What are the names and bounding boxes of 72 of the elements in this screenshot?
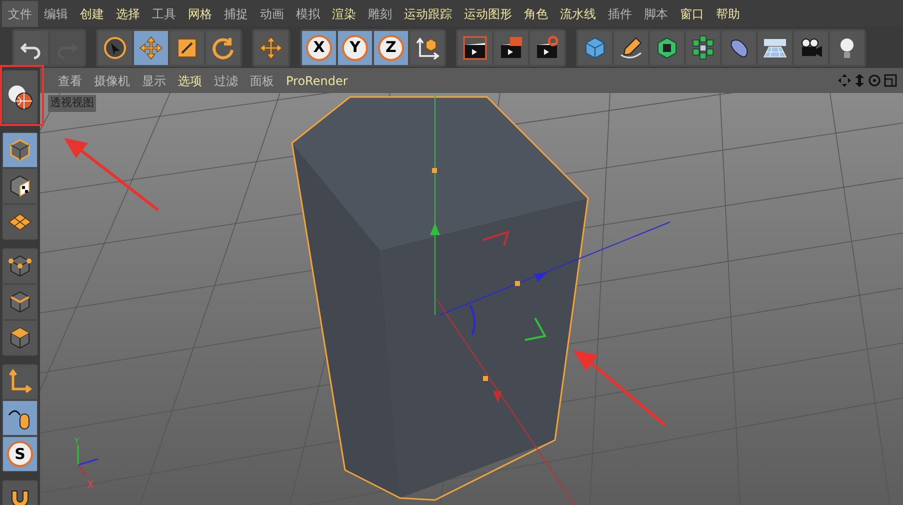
viewport-menu-item[interactable]: 查看 bbox=[52, 72, 88, 90]
tool-button[interactable] bbox=[758, 30, 792, 64]
menu-item[interactable]: 插件 bbox=[602, 0, 638, 26]
box-object[interactable] bbox=[291, 96, 589, 501]
clapperboard-icon bbox=[498, 34, 524, 60]
cloner-icon bbox=[690, 34, 716, 60]
tool-button[interactable] bbox=[722, 30, 756, 64]
cube-points-icon bbox=[7, 253, 33, 279]
menu-item[interactable]: 网格 bbox=[182, 0, 218, 26]
menu-item[interactable]: 捕捉 bbox=[218, 0, 254, 26]
tool-button[interactable] bbox=[3, 169, 37, 203]
menu-item[interactable]: 雕刻 bbox=[362, 0, 398, 26]
menu-item[interactable]: 动画 bbox=[254, 0, 290, 26]
viewport-menu-item[interactable]: 面板 bbox=[244, 72, 280, 90]
menu-item[interactable]: 工具 bbox=[146, 0, 182, 26]
viewport-menu-item[interactable]: 过滤 bbox=[208, 72, 244, 90]
menu-item[interactable]: 窗口 bbox=[674, 0, 710, 26]
tool-button[interactable] bbox=[3, 285, 37, 319]
dolly-icon[interactable] bbox=[854, 74, 865, 87]
pen-icon bbox=[618, 34, 644, 60]
clapperboard-icon bbox=[534, 34, 560, 60]
pan-icon[interactable] bbox=[838, 74, 851, 87]
menu-item[interactable]: 脚本 bbox=[638, 0, 674, 26]
axis-toggle[interactable]: Z bbox=[374, 30, 408, 64]
viewport-menu-item[interactable]: ProRender bbox=[280, 72, 354, 90]
menu-item[interactable]: 角色 bbox=[518, 0, 554, 26]
tool-button[interactable] bbox=[3, 249, 37, 283]
y-axis-label: Y bbox=[74, 437, 80, 447]
menu-item[interactable]: 流水线 bbox=[554, 0, 602, 26]
tool-button[interactable] bbox=[3, 401, 37, 435]
clapperboard-icon bbox=[462, 34, 488, 60]
tool-button[interactable] bbox=[3, 71, 37, 123]
viewport-menu-item[interactable]: 显示 bbox=[136, 72, 172, 90]
menu-item[interactable]: 模拟 bbox=[290, 0, 326, 26]
menu-item[interactable]: 帮助 bbox=[710, 0, 746, 26]
maximize-icon[interactable] bbox=[884, 74, 897, 87]
move-gizmo[interactable] bbox=[430, 93, 670, 505]
x-axis-label: X bbox=[87, 480, 94, 491]
viewport-menu-item[interactable]: 选项 bbox=[172, 72, 208, 90]
tool-button[interactable] bbox=[830, 30, 864, 64]
axis-toggle[interactable]: Y bbox=[338, 30, 372, 64]
cursor-icon bbox=[102, 34, 128, 60]
menu-item[interactable]: 渲染 bbox=[326, 0, 362, 26]
tool-button[interactable] bbox=[170, 30, 204, 64]
viewport-menu-item[interactable]: 摄像机 bbox=[88, 72, 136, 90]
axis-toggle[interactable]: X bbox=[302, 30, 336, 64]
tool-button[interactable] bbox=[614, 30, 648, 64]
tool-button[interactable] bbox=[98, 30, 132, 64]
tool-button[interactable] bbox=[794, 30, 828, 64]
tool-button[interactable] bbox=[3, 481, 37, 505]
menu-item[interactable]: 文件 bbox=[2, 0, 38, 26]
menu-item[interactable]: 创建 bbox=[74, 0, 110, 26]
globe-icon bbox=[7, 84, 33, 110]
tool-button[interactable] bbox=[686, 30, 720, 64]
highlight-frame bbox=[0, 65, 44, 126]
viewport-label: 透视视图 bbox=[48, 95, 96, 112]
axis-icon bbox=[7, 369, 33, 395]
menu-item[interactable]: 编辑 bbox=[38, 0, 74, 26]
tool-button[interactable] bbox=[530, 30, 564, 64]
menu-item[interactable]: 运动跟踪 bbox=[398, 0, 458, 26]
world-axes-icon bbox=[77, 445, 98, 476]
tool-button[interactable] bbox=[3, 321, 37, 355]
orbit-icon[interactable] bbox=[868, 74, 881, 87]
four-arrows-icon bbox=[138, 34, 164, 60]
tool-button[interactable] bbox=[650, 30, 684, 64]
tool-button[interactable]: S bbox=[3, 437, 37, 471]
tool-button[interactable] bbox=[410, 30, 444, 64]
four-arrows-icon bbox=[258, 34, 284, 60]
cube-icon bbox=[7, 137, 33, 163]
tool-button[interactable] bbox=[458, 30, 492, 64]
menu-item[interactable]: 运动图形 bbox=[458, 0, 518, 26]
menu-item[interactable]: 选择 bbox=[110, 0, 146, 26]
